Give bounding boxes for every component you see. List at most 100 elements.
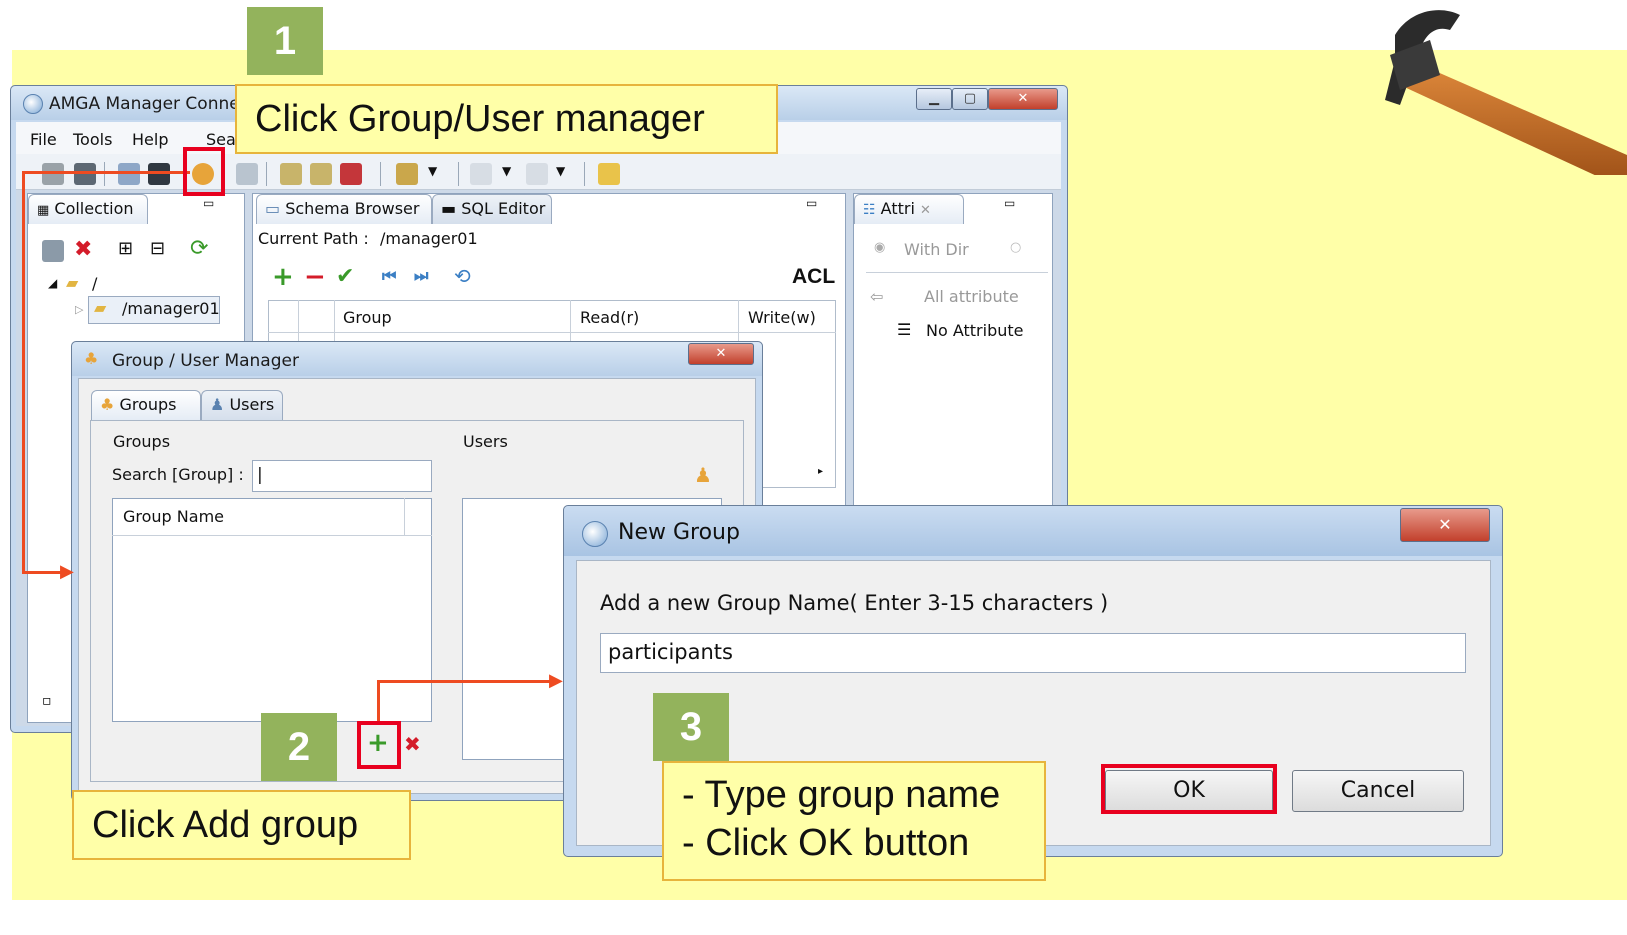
delete-group-icon[interactable]: ✖ [404, 732, 421, 756]
export-icon[interactable] [310, 163, 332, 185]
folder-icon: ▰ [94, 298, 107, 317]
step1-arrow [22, 571, 64, 574]
column-header-read[interactable]: Read(r) [580, 308, 639, 327]
group-name-input[interactable]: participants [600, 633, 1466, 673]
schema-icon: ▭ [265, 199, 281, 218]
back-icon[interactable]: ⇦ [870, 287, 883, 306]
tree-root-label[interactable]: / [92, 274, 97, 293]
scroll-right-icon[interactable]: ▸ [818, 466, 823, 477]
apply-icon[interactable]: ✔ [336, 264, 354, 289]
refresh-icon[interactable]: ⟳ [190, 236, 208, 261]
users-section-label: Users [463, 432, 508, 451]
toolbar-separator [266, 162, 267, 186]
chevron-down-icon[interactable]: ▼ [556, 164, 565, 178]
column-header-group-name[interactable]: Group Name [123, 507, 224, 526]
expand-all-icon[interactable]: ⊞ [118, 238, 133, 259]
step2-badge: 2 [261, 713, 337, 781]
step2-callout: Click Add group [72, 790, 411, 860]
wand-icon[interactable] [396, 163, 418, 185]
list-icon: ☰ [897, 320, 912, 339]
arrow-head-icon: ▶ [60, 561, 74, 582]
group-list-header-line [112, 535, 432, 536]
group-icon: ♣ [100, 395, 115, 414]
cancel-button[interactable]: Cancel [1292, 770, 1464, 812]
step3-line1: - Type group name [682, 774, 1001, 816]
disconnect-icon[interactable] [74, 163, 96, 185]
menu-tools[interactable]: Tools [73, 130, 112, 149]
step3-badge: 3 [653, 693, 729, 761]
page-icon[interactable] [526, 163, 548, 185]
back-arrow-icon[interactable] [598, 163, 620, 185]
window-icon[interactable] [118, 163, 140, 185]
maximize-button[interactable]: ▢ [952, 88, 988, 110]
tree-expand-icon[interactable]: ◢ [48, 276, 57, 290]
toolbar-separator [584, 162, 585, 186]
first-icon[interactable]: ⏮ [382, 266, 396, 286]
reload-icon[interactable]: ⟲ [454, 264, 471, 288]
tab-attributes[interactable]: ☷ Attri ✕ [854, 194, 964, 224]
console-icon[interactable] [148, 163, 170, 185]
current-path-label: Current Path : [258, 229, 369, 248]
tab-schema-browser[interactable]: ▭ Schema Browser [256, 194, 432, 224]
radio-other[interactable]: ○ [1010, 240, 1021, 255]
attribute-icon: ☷ [863, 202, 876, 218]
radio-with-dir[interactable]: ◉ [874, 240, 885, 255]
new-group-prompt: Add a new Group Name( Enter 3-15 charact… [600, 591, 1109, 615]
user-icon: ♟ [210, 395, 225, 414]
server-icon[interactable] [236, 163, 258, 185]
menu-help[interactable]: Help [132, 130, 168, 149]
attr-divider [866, 272, 1048, 273]
tree-collapse-icon[interactable]: ▷ [75, 303, 83, 316]
delete-icon[interactable]: ✖ [74, 237, 92, 262]
app-icon [582, 521, 608, 547]
collapse-all-icon[interactable]: ⊟ [150, 238, 165, 259]
acl-header-line [268, 332, 836, 333]
attribute-filter-label[interactable]: All attribute [924, 287, 1019, 306]
hammer-icon [1385, 10, 1627, 175]
group-icon: ♣ [84, 349, 99, 368]
tab-sql-editor-label: SQL Editor [461, 199, 546, 218]
search-group-input-value: | [257, 465, 263, 485]
add-user-icon[interactable]: ♟ [694, 463, 712, 487]
step3-line2: - Click OK button [682, 822, 970, 864]
minimize-panel-icon[interactable]: ▭ [203, 196, 214, 210]
minimize-panel-icon[interactable]: ▭ [1004, 196, 1015, 210]
import-icon[interactable] [280, 163, 302, 185]
last-icon[interactable]: ⏭ [414, 266, 428, 286]
tab-schema-browser-label: Schema Browser [285, 199, 420, 218]
new-group-title: New Group [618, 520, 740, 545]
column-header-group[interactable]: Group [343, 308, 392, 327]
highlight-ok-button [1101, 764, 1277, 814]
tab-groups-label: Groups [119, 395, 177, 414]
close-button[interactable]: ✕ [988, 88, 1058, 110]
tab-users-label: Users [229, 395, 275, 414]
chevron-down-icon[interactable]: ▼ [428, 164, 437, 178]
tab-collection[interactable]: ▦ Collection [28, 194, 148, 224]
tab-sql-editor[interactable]: ▬ SQL Editor [432, 194, 552, 224]
database-icon[interactable] [42, 240, 64, 262]
group-list [112, 498, 432, 722]
step1-badge: 1 [247, 7, 323, 75]
remove-acl-icon[interactable]: − [304, 262, 326, 292]
page-icon[interactable] [470, 163, 492, 185]
menu-file[interactable]: File [30, 130, 57, 149]
connect-icon[interactable] [42, 163, 64, 185]
search-group-label: Search [Group] : [112, 465, 244, 484]
toolbar-separator [104, 162, 105, 186]
alert-icon[interactable] [340, 163, 362, 185]
column-header-write[interactable]: Write(w) [748, 308, 816, 327]
add-acl-icon[interactable]: + [272, 262, 294, 292]
minimize-panel-icon[interactable]: ▭ [806, 196, 817, 210]
chevron-down-icon[interactable]: ▼ [502, 164, 511, 178]
tab-users[interactable]: ♟ Users [201, 390, 283, 420]
tree-child-label[interactable]: /manager01 [122, 299, 220, 318]
close-button[interactable]: ✕ [1400, 508, 1490, 542]
close-button[interactable]: ✕ [688, 343, 754, 365]
search-group-input[interactable]: | [252, 460, 432, 492]
tab-groups[interactable]: ♣ Groups [91, 390, 201, 420]
step3-callout: - Type group name - Click OK button [662, 761, 1046, 881]
close-tab-icon[interactable]: ✕ [920, 203, 931, 218]
add-view-icon[interactable]: ▫ [42, 693, 52, 709]
toolbar-separator [458, 162, 459, 186]
minimize-button[interactable]: ▁ [916, 88, 952, 110]
